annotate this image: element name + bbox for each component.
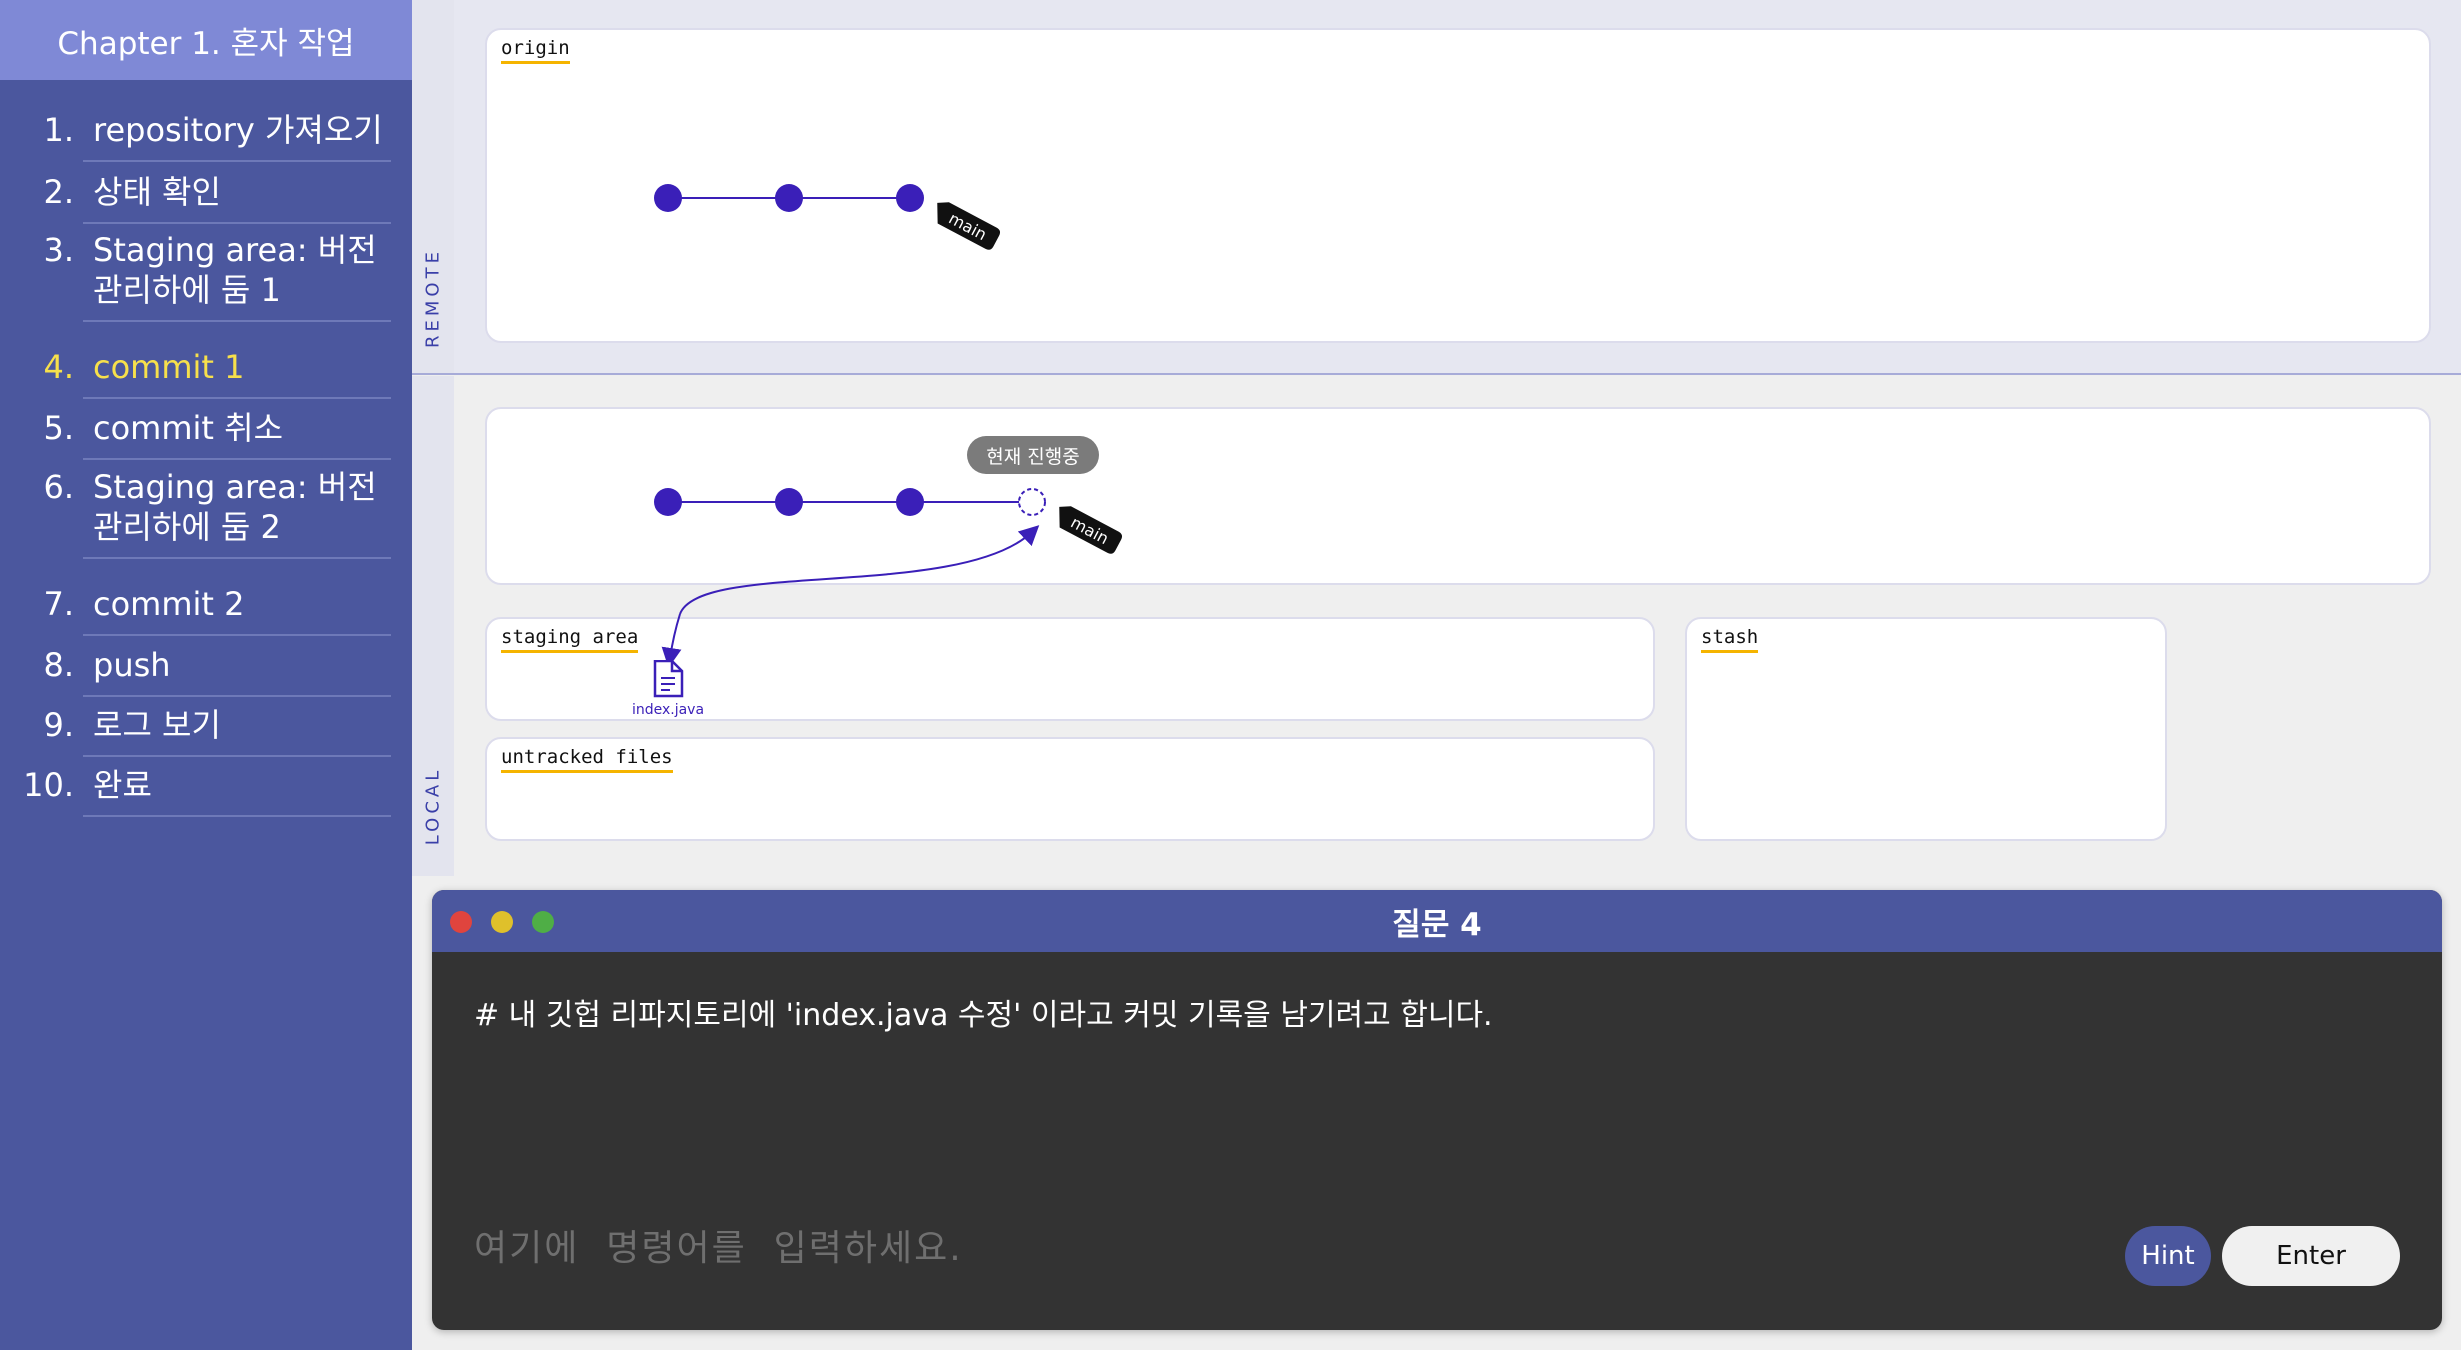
question-text: # 내 깃헙 리파지토리에 'index.java 수정' 이라고 커밋 기록을…: [474, 998, 1493, 1033]
staged-file[interactable]: index.java: [623, 659, 713, 718]
question-window: 질문 4 # 내 깃헙 리파지토리에 'index.java 수정' 이라고 커…: [432, 890, 2442, 1330]
hint-button[interactable]: Hint: [2125, 1226, 2211, 1286]
local-main-branch-tag: main: [1059, 506, 1123, 554]
in-progress-tooltip: 현재 진행중: [967, 436, 1099, 474]
pending-commit-node[interactable]: [1018, 488, 1046, 516]
remote-commit-node[interactable]: [654, 184, 682, 212]
remote-commit-node[interactable]: [775, 184, 803, 212]
staged-file-name: index.java: [631, 702, 705, 718]
question-window-titlebar: 질문 4: [432, 890, 2442, 952]
local-commit-node[interactable]: [654, 488, 682, 516]
commit-arrow: [679, 525, 1040, 615]
local-commit-node[interactable]: [775, 488, 803, 516]
remote-main-branch-tag: main: [937, 202, 1001, 250]
stage-arrow: [661, 613, 682, 668]
question-title: 질문 4: [1392, 906, 1482, 943]
local-commit-node[interactable]: [896, 488, 924, 516]
enter-button[interactable]: Enter: [2222, 1226, 2400, 1286]
command-input[interactable]: [474, 1220, 1974, 1276]
file-icon: [653, 659, 684, 698]
remote-commit-node[interactable]: [896, 184, 924, 212]
